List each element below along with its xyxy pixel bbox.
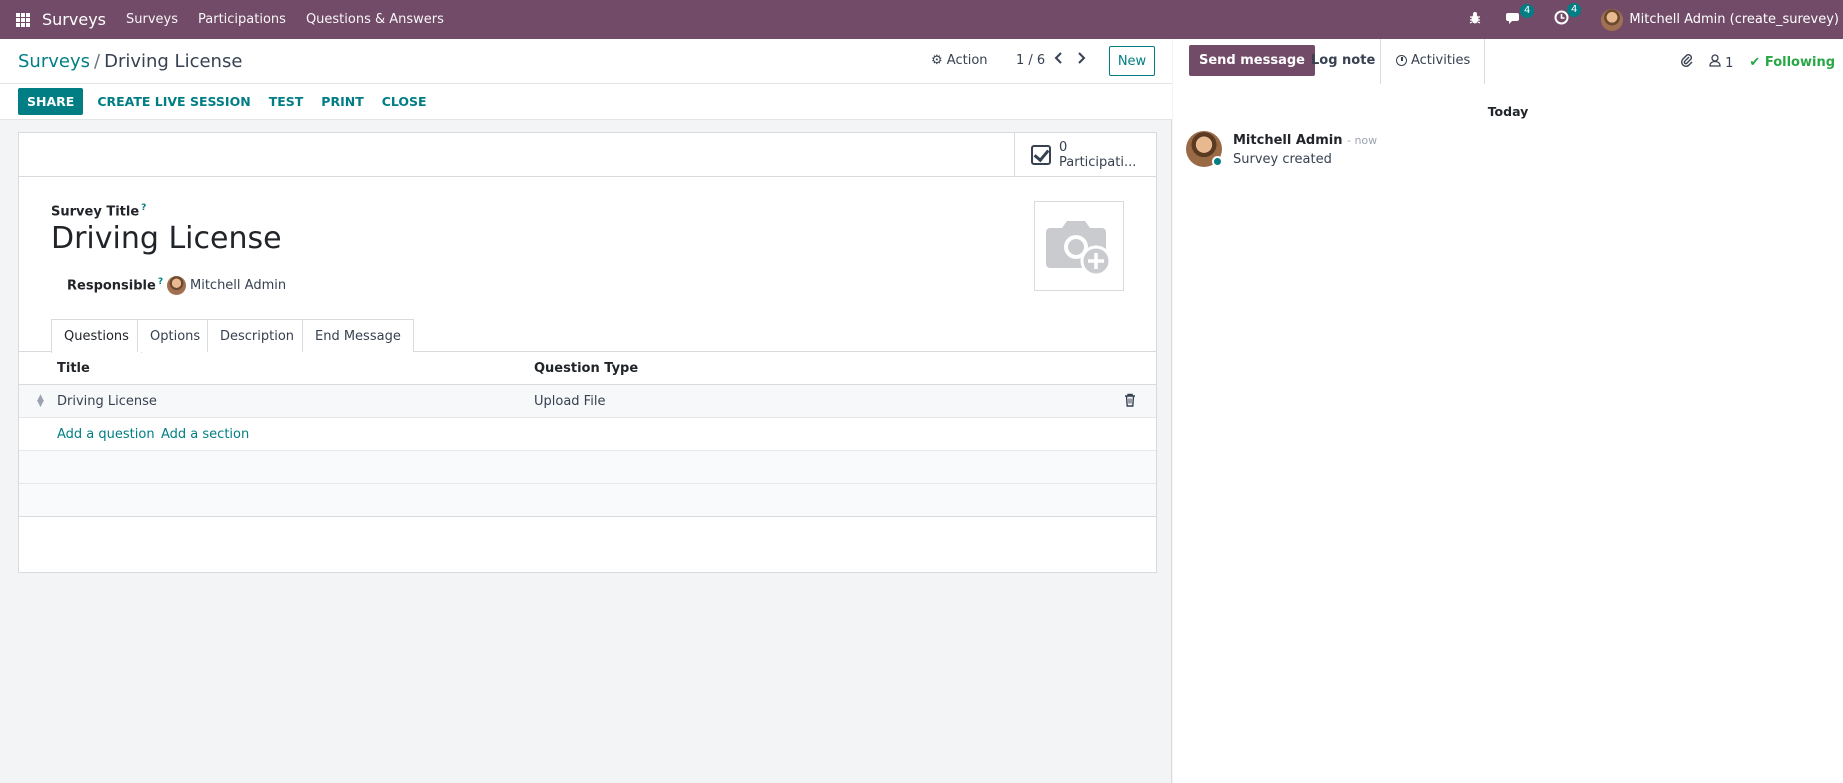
responsible-label: Responsible? bbox=[67, 277, 164, 294]
user-menu[interactable]: Mitchell Admin (create_surevey) bbox=[1601, 8, 1839, 31]
tab-description[interactable]: Description bbox=[207, 319, 308, 352]
apps-menu-icon[interactable] bbox=[16, 12, 30, 27]
activities-button[interactable]: Activities bbox=[1396, 53, 1470, 68]
user-name: Mitchell Admin (create_surevey) bbox=[1629, 12, 1839, 27]
test-button[interactable]: TEST bbox=[269, 88, 304, 115]
user-avatar bbox=[1601, 8, 1624, 31]
divider bbox=[1380, 39, 1381, 84]
paperclip-icon[interactable] bbox=[1680, 53, 1693, 72]
responsible-avatar bbox=[167, 276, 186, 295]
column-title[interactable]: Title bbox=[57, 361, 90, 376]
tab-end-message[interactable]: End Message bbox=[302, 319, 414, 352]
breadcrumb-separator: / bbox=[94, 51, 101, 72]
breadcrumb-surveys[interactable]: Surveys bbox=[18, 51, 90, 72]
messages-badge: 4 bbox=[1520, 3, 1535, 18]
questions-table-header: Title Question Type bbox=[19, 352, 1156, 385]
checkbox-icon bbox=[1031, 145, 1051, 165]
form-statusbar: SHARE CREATE LIVE SESSION TEST PRINT CLO… bbox=[0, 84, 1172, 120]
following-label: Following bbox=[1764, 55, 1835, 70]
clock-icon bbox=[1396, 55, 1407, 66]
row-question-type[interactable]: Upload File bbox=[534, 394, 605, 409]
form-notebook-tabs: Questions Options Description End Messag… bbox=[19, 319, 1156, 353]
help-tooltip-icon[interactable]: ? bbox=[158, 277, 163, 287]
drag-handle-icon[interactable]: ▲ ▼ bbox=[37, 394, 44, 409]
followers-button[interactable]: 1 bbox=[1709, 54, 1733, 71]
followers-count: 1 bbox=[1725, 56, 1734, 71]
chatter-topbar: Send message Log note Activities 1 ✔ Fol… bbox=[1173, 39, 1843, 84]
pager-value[interactable]: 1 / 6 bbox=[1016, 53, 1045, 68]
tab-questions[interactable]: Questions bbox=[51, 319, 142, 353]
survey-title-label: Survey Title? bbox=[51, 203, 147, 220]
log-note-button[interactable]: Log note bbox=[1311, 53, 1375, 68]
add-line-row: Add a question Add a section bbox=[19, 418, 1156, 451]
add-section-link[interactable]: Add a section bbox=[161, 427, 249, 442]
activities-badge: 4 bbox=[1567, 3, 1582, 17]
survey-title-input[interactable]: Driving License bbox=[51, 221, 282, 256]
activities-label: Activities bbox=[1411, 53, 1471, 68]
message-time: - now bbox=[1346, 134, 1378, 147]
empty-row bbox=[19, 484, 1156, 517]
messages-icon[interactable]: 4 bbox=[1506, 3, 1535, 29]
action-menu-button[interactable]: ⚙ Action bbox=[931, 53, 988, 68]
camera-add-icon bbox=[1046, 221, 1112, 277]
breadcrumb: Surveys / Driving License bbox=[18, 51, 242, 72]
chatter-panel: Send message Log note Activities 1 ✔ Fol… bbox=[1173, 39, 1843, 783]
following-button[interactable]: ✔ Following bbox=[1749, 55, 1835, 70]
close-button[interactable]: CLOSE bbox=[382, 88, 427, 115]
participations-stat-button[interactable]: 0 Participati... bbox=[1014, 133, 1156, 177]
new-button[interactable]: New bbox=[1109, 46, 1155, 76]
pager-prev-icon[interactable] bbox=[1054, 50, 1064, 69]
form-view: Surveys / Driving License ⚙ Action 1 / 6 N… bbox=[0, 39, 1172, 783]
button-box: 0 Participati... bbox=[19, 133, 1156, 177]
trash-icon[interactable] bbox=[1124, 393, 1136, 407]
responsible-field[interactable]: Mitchell Admin bbox=[167, 276, 286, 295]
responsible-name: Mitchell Admin bbox=[190, 278, 287, 293]
online-status-icon bbox=[1212, 156, 1223, 167]
menu-participations[interactable]: Participations bbox=[198, 12, 286, 27]
send-message-button[interactable]: Send message bbox=[1189, 45, 1315, 76]
menu-questions-answers[interactable]: Questions & Answers bbox=[306, 12, 444, 27]
gear-icon: ⚙ bbox=[931, 53, 943, 68]
table-row[interactable]: ▲ ▼ Driving License Upload File bbox=[19, 385, 1156, 418]
message-author[interactable]: Mitchell Admin - now bbox=[1233, 133, 1377, 148]
menu-surveys[interactable]: Surveys bbox=[126, 12, 178, 27]
pager-next-icon[interactable] bbox=[1076, 50, 1086, 69]
action-label: Action bbox=[946, 53, 988, 68]
user-icon bbox=[1709, 54, 1725, 71]
activity-clock-icon[interactable]: 4 bbox=[1554, 3, 1582, 29]
check-icon: ✔ bbox=[1749, 55, 1761, 70]
app-brand[interactable]: Surveys bbox=[42, 10, 106, 29]
print-button[interactable]: PRINT bbox=[321, 88, 363, 115]
control-panel: Surveys / Driving License ⚙ Action 1 / 6 N… bbox=[0, 39, 1172, 84]
date-separator: Today bbox=[1487, 104, 1529, 119]
message-body: Survey created bbox=[1233, 152, 1332, 167]
divider bbox=[1484, 39, 1485, 84]
participations-label: Participati... bbox=[1059, 155, 1137, 170]
column-question-type[interactable]: Question Type bbox=[534, 361, 638, 376]
tab-options[interactable]: Options bbox=[137, 319, 214, 352]
share-button[interactable]: SHARE bbox=[18, 88, 84, 115]
bug-icon[interactable] bbox=[1468, 11, 1482, 29]
row-title[interactable]: Driving License bbox=[57, 394, 157, 409]
breadcrumb-current: Driving License bbox=[104, 51, 243, 72]
create-live-session-button[interactable]: CREATE LIVE SESSION bbox=[97, 88, 250, 115]
help-tooltip-icon[interactable]: ? bbox=[141, 203, 146, 213]
survey-image-upload[interactable] bbox=[1034, 201, 1124, 291]
form-sheet: 0 Participati... Survey Title? Driving L… bbox=[18, 132, 1157, 573]
empty-row bbox=[19, 451, 1156, 484]
participations-count: 0 bbox=[1059, 140, 1068, 155]
add-question-link[interactable]: Add a question bbox=[57, 427, 155, 442]
top-navbar: Surveys Surveys Participations Questions… bbox=[0, 0, 1843, 39]
